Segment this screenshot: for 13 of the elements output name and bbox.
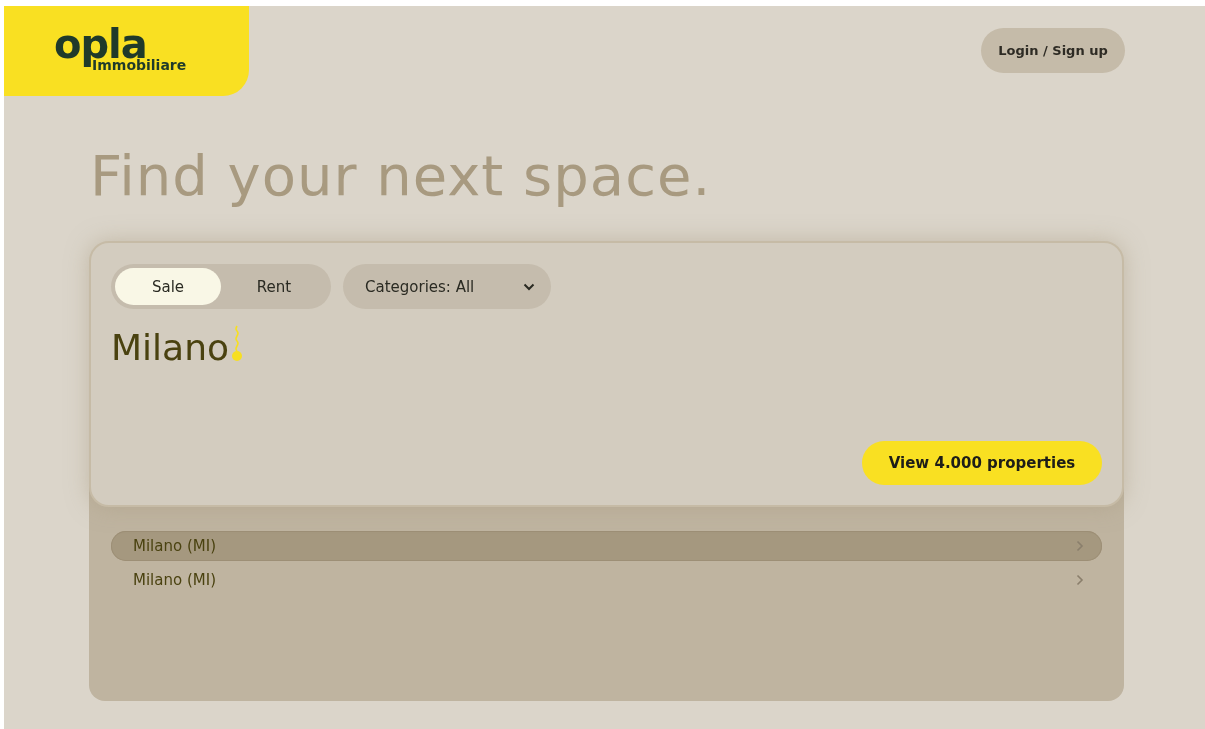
- text-cursor-icon: [230, 325, 243, 364]
- chevron-down-icon: [523, 282, 535, 291]
- category-dropdown[interactable]: Categories: All: [343, 264, 551, 310]
- mode-tab[interactable]: Sale: [115, 268, 221, 306]
- mode-tab[interactable]: Rent: [221, 268, 327, 306]
- chevron-right-icon: [1076, 540, 1084, 553]
- chevron-right-icon: [1076, 574, 1084, 587]
- suggestion-item[interactable]: Milano (MI): [111, 565, 1102, 596]
- login-button[interactable]: Login / Sign up: [981, 28, 1125, 73]
- view-properties-button[interactable]: View 4.000 properties: [862, 441, 1102, 486]
- search-query-field[interactable]: Milano: [111, 327, 229, 369]
- headline: Find your next space.: [90, 142, 713, 210]
- suggestion-item[interactable]: Milano (MI): [111, 531, 1102, 562]
